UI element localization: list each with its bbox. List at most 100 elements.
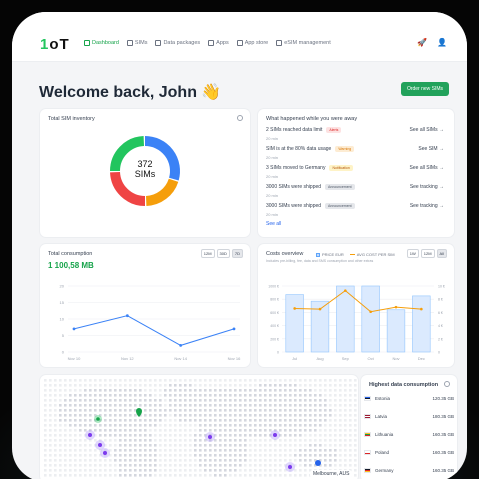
map-dot [54,389,57,392]
rocket-icon[interactable]: 🚀 [417,38,427,47]
map-dot [59,454,62,457]
map-dot [314,379,317,382]
map-dot [129,439,132,442]
map-dot [114,424,117,427]
nav-item-dashboard[interactable]: Dashboard [84,40,119,46]
world-map[interactable] [40,375,358,479]
map-dot [104,469,107,472]
map-dot [159,469,162,472]
map-dot [179,434,182,437]
avg-cost-point[interactable] [369,310,372,314]
map-dot [239,449,242,452]
event-link[interactable]: See tracking → [410,184,444,190]
map-dot [304,449,307,452]
map-dot [264,389,267,392]
map-dot [324,439,327,442]
gear-icon[interactable] [444,381,450,387]
country-row[interactable]: Latvia 180.35 GB [364,414,454,420]
country-row[interactable]: Estonia 120.35 GB [364,396,454,402]
event-badge: Announcement [325,203,355,209]
map-dot [334,429,337,432]
user-icon[interactable]: 👤 [437,38,447,47]
cost-bar[interactable] [285,294,304,353]
map-dot [89,394,92,397]
map-dot [319,389,322,392]
country-row[interactable]: Germany 160.35 GB [364,468,454,474]
map-dot [234,474,237,477]
nav-item-sims[interactable]: SIMs [126,40,147,46]
map-dot [59,449,62,452]
map-dot [264,384,267,387]
avg-cost-point[interactable] [420,307,423,311]
y-tick-label: 400 € [270,324,279,328]
map-dot [199,394,202,397]
map-dot [144,444,147,447]
map-dot [344,429,347,432]
melbourne-marker[interactable] [315,460,321,466]
map-dot [334,464,337,467]
nav-item-apps[interactable]: Apps [208,40,229,46]
map-dot [74,404,77,407]
map-dot [109,394,112,397]
event-text: 3 SIMs moved to Germany [266,165,326,171]
see-all-link[interactable]: See all [266,221,281,227]
map-dot [94,469,97,472]
cost-bar[interactable] [361,285,380,353]
map-dot [224,434,227,437]
map-dot [274,414,277,417]
map-dot [84,389,87,392]
map-dot [154,394,157,397]
map-dot [324,449,327,452]
country-row[interactable]: Poland 160.35 GB [364,450,454,456]
map-dot [329,439,332,442]
map-dot [69,459,72,462]
avg-cost-point[interactable] [318,307,322,311]
order-new-sims-button[interactable]: Order new SIMs [401,82,449,96]
map-dot [219,409,222,412]
map-dot [49,419,52,422]
country-row[interactable]: Lithuania 160.35 GB [364,432,454,438]
avg-cost-point[interactable] [293,307,296,310]
map-dot [299,454,302,457]
map-dot [279,384,282,387]
map-dot [119,454,122,457]
event-link[interactable]: See SIM → [418,146,444,152]
map-dot [289,444,292,447]
map-dot [304,404,307,407]
data-point[interactable] [72,327,76,331]
x-tick-label: Nov 12 [121,356,134,361]
map-dot [259,409,262,412]
map-dot [299,459,302,462]
nav-item-esim-management[interactable]: eSIM management [276,40,331,46]
map-dot [274,379,277,382]
avg-cost-point[interactable] [394,305,398,309]
nav-item-data-packages[interactable]: Data packages [155,40,200,46]
map-dot [44,404,47,407]
map-dot [344,384,347,387]
data-point[interactable] [232,327,236,331]
map-dot [89,474,92,477]
map-dot [189,409,192,412]
event-link[interactable]: See all SIMs → [410,165,444,171]
data-point[interactable] [179,344,183,347]
map-dot [124,409,127,412]
map-dot [189,434,192,437]
map-dot [314,389,317,392]
map-dot [304,399,307,402]
nav-item-app-store[interactable]: App store [236,40,268,46]
cost-bar[interactable] [412,295,431,353]
donut-segment[interactable] [145,178,179,206]
map-dot [189,454,192,457]
avg-cost-point[interactable] [344,289,347,292]
map-dot [219,439,222,442]
map-dot [294,429,297,432]
events-card: What happened while you were away 2 SIMs… [258,109,454,237]
map-dot [239,434,242,437]
logo[interactable]: 1oT [40,36,70,53]
map-dot [154,389,157,392]
map-dot [114,409,117,412]
event-link[interactable]: See tracking → [410,203,444,209]
event-link[interactable]: See all SIMs → [410,127,444,133]
cost-bar[interactable] [386,309,406,353]
data-point[interactable] [125,314,129,318]
